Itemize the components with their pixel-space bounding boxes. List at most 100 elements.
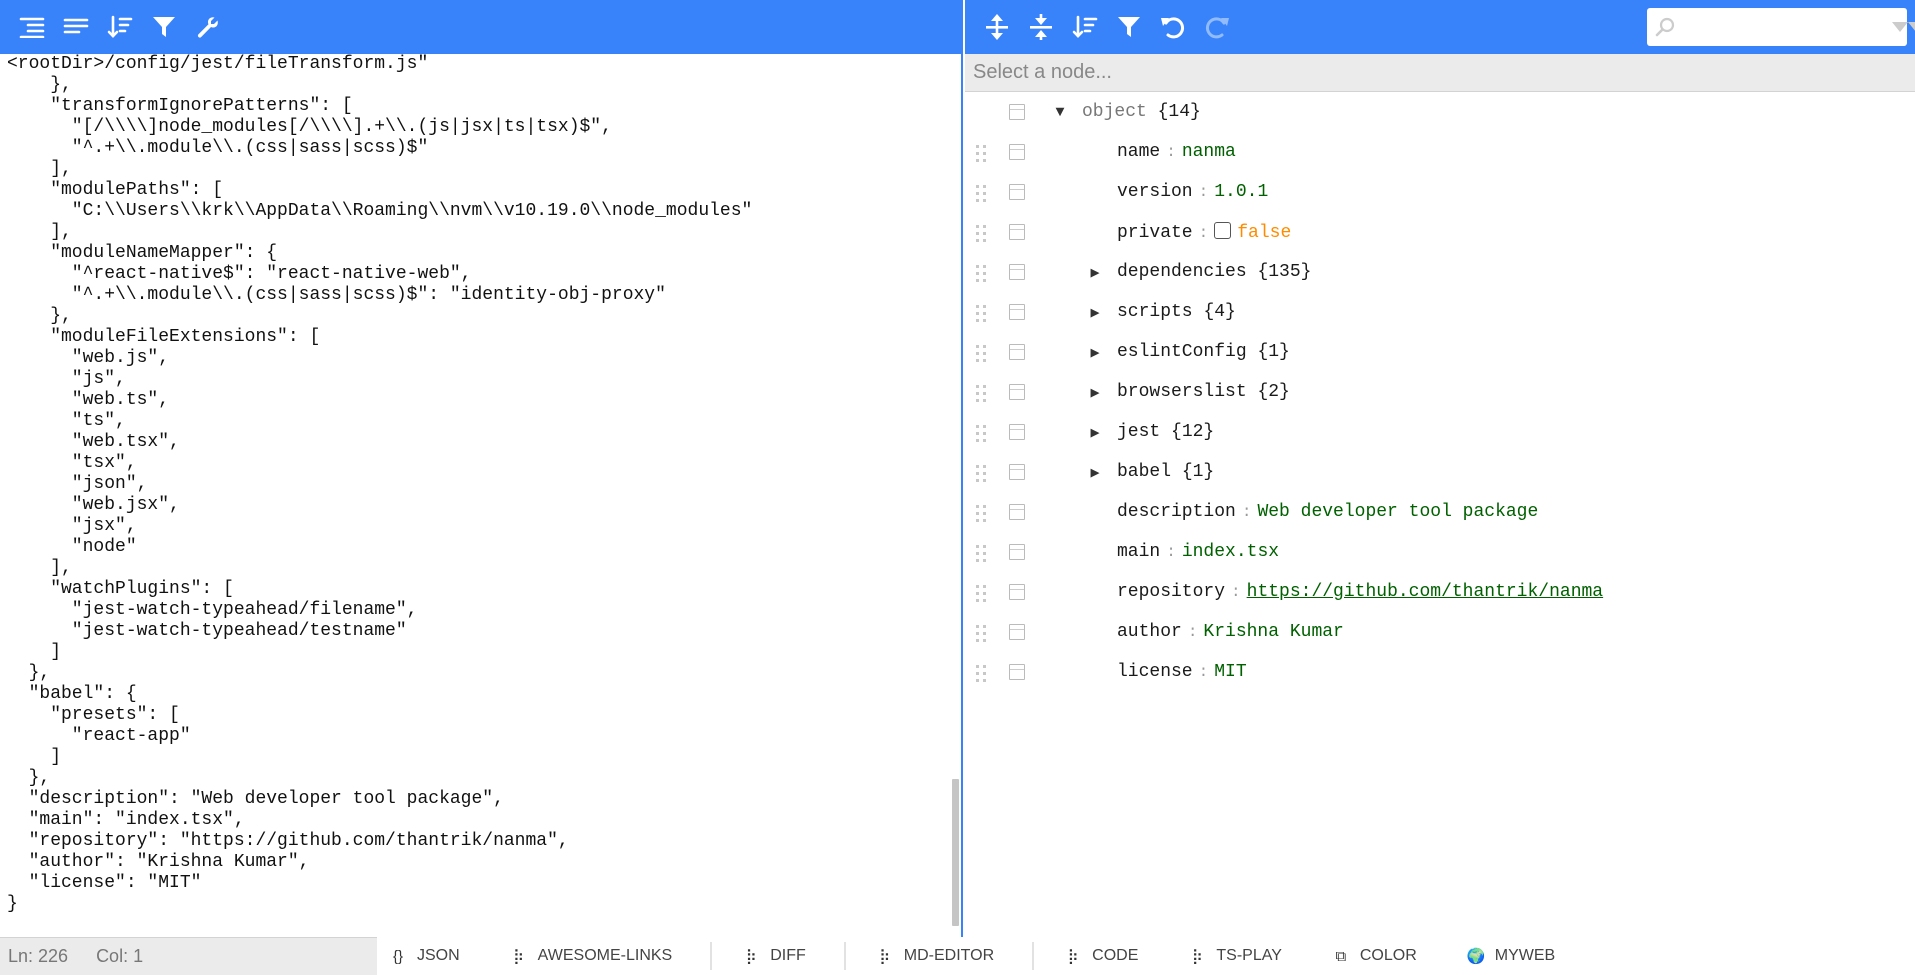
context-menu-icon[interactable] — [1009, 104, 1025, 120]
drag-handle-icon[interactable] — [975, 264, 987, 284]
search-next-icon[interactable] — [1892, 8, 1908, 46]
field-key[interactable]: eslintConfig — [1117, 342, 1247, 362]
tree-row-eslintconfig[interactable]: ▶ eslintConfig {1} — [965, 332, 1915, 372]
field-value[interactable]: false — [1237, 223, 1291, 243]
context-menu-icon[interactable] — [1009, 624, 1025, 640]
field-value[interactable]: 1.0.1 — [1214, 182, 1268, 202]
node-navigation-bar[interactable]: Select a node... — [965, 54, 1915, 92]
field-key[interactable]: main — [1117, 542, 1160, 562]
field-key[interactable]: private — [1117, 223, 1193, 243]
drag-handle-icon[interactable] — [975, 664, 987, 684]
field-key[interactable]: description — [1117, 502, 1236, 522]
tree-row-private[interactable]: private: false — [965, 212, 1915, 252]
context-menu-icon[interactable] — [1009, 664, 1025, 680]
repair-icon[interactable] — [186, 5, 230, 49]
context-menu-icon[interactable] — [1009, 264, 1025, 280]
drag-handle-icon[interactable] — [975, 464, 987, 484]
collapsed-arrow-icon[interactable]: ▶ — [1085, 302, 1105, 322]
collapse-all-icon[interactable] — [1019, 5, 1063, 49]
tab-ts-play[interactable]: ⡷ TS-PLAY — [1176, 937, 1292, 975]
compact-icon[interactable] — [54, 5, 98, 49]
field-key[interactable]: license — [1117, 662, 1193, 682]
tree-row-license[interactable]: license: MIT — [965, 652, 1915, 692]
context-menu-icon[interactable] — [1009, 504, 1025, 520]
sort-icon[interactable] — [1063, 5, 1107, 49]
field-key[interactable]: author — [1117, 622, 1182, 642]
field-key[interactable]: dependencies — [1117, 262, 1247, 282]
sort-icon[interactable] — [98, 5, 142, 49]
tab-diff[interactable]: ⡷ DIFF — [730, 937, 816, 975]
undo-icon[interactable] — [1151, 5, 1195, 49]
collapsed-arrow-icon[interactable]: ▶ — [1085, 262, 1105, 282]
code-scrollbar-thumb[interactable] — [952, 779, 959, 926]
field-key[interactable]: name — [1117, 142, 1160, 162]
drag-handle-icon[interactable] — [975, 384, 987, 404]
collapsed-arrow-icon[interactable]: ▶ — [1085, 462, 1105, 482]
context-menu-icon[interactable] — [1009, 304, 1025, 320]
field-key[interactable]: repository — [1117, 582, 1225, 602]
context-menu-icon[interactable] — [1009, 384, 1025, 400]
tree-row-babel[interactable]: ▶ babel {1} — [965, 452, 1915, 492]
drag-handle-icon[interactable] — [975, 344, 987, 364]
field-key[interactable]: browserslist — [1117, 382, 1247, 402]
tab-color[interactable]: ⧉ COLOR — [1320, 937, 1427, 975]
code-scrollbar[interactable] — [950, 54, 961, 929]
tree-root-row[interactable]: ▼ object {14} — [965, 92, 1915, 132]
code-editor[interactable]: <rootDir>/config/jest/fileTransform.js" … — [0, 54, 950, 929]
field-value[interactable]: Krishna Kumar — [1203, 622, 1343, 642]
filter-icon[interactable] — [142, 5, 186, 49]
drag-handle-icon[interactable] — [975, 224, 987, 244]
field-value[interactable]: https://github.com/thantrik/nanma — [1247, 582, 1603, 602]
expanded-arrow-icon[interactable]: ▼ — [1050, 102, 1070, 122]
expand-all-icon[interactable] — [975, 5, 1019, 49]
drag-handle-icon[interactable] — [975, 144, 987, 164]
tree-row-version[interactable]: version:1.0.1 — [965, 172, 1915, 212]
field-value[interactable]: nanma — [1182, 142, 1236, 162]
field-key[interactable]: scripts — [1117, 302, 1193, 322]
field-value[interactable]: index.tsx — [1182, 542, 1279, 562]
context-menu-icon[interactable] — [1009, 584, 1025, 600]
context-menu-icon[interactable] — [1009, 424, 1025, 440]
field-key[interactable]: babel — [1117, 462, 1171, 482]
collapsed-arrow-icon[interactable]: ▶ — [1085, 382, 1105, 402]
drag-handle-icon[interactable] — [975, 624, 987, 644]
field-value[interactable]: MIT — [1214, 662, 1246, 682]
tab-json[interactable]: {} JSON — [377, 937, 470, 975]
drag-handle-icon[interactable] — [975, 544, 987, 564]
tab-code[interactable]: ⡷ CODE — [1052, 937, 1148, 975]
drag-handle-icon[interactable] — [975, 424, 987, 444]
field-key[interactable]: jest — [1117, 422, 1160, 442]
drag-handle-icon[interactable] — [975, 504, 987, 524]
redo-icon[interactable] — [1195, 5, 1239, 49]
context-menu-icon[interactable] — [1009, 224, 1025, 240]
field-key[interactable]: version — [1117, 182, 1193, 202]
collapsed-arrow-icon[interactable]: ▶ — [1085, 342, 1105, 362]
tree-row-dependencies[interactable]: ▶ dependencies {135} — [965, 252, 1915, 292]
drag-handle-icon[interactable] — [975, 304, 987, 324]
tree-row-browserslist[interactable]: ▶ browserslist {2} — [965, 372, 1915, 412]
tab-md-editor[interactable]: ⡷ MD-EDITOR — [864, 937, 1004, 975]
search-input[interactable] — [1647, 8, 1892, 46]
filter-icon[interactable] — [1107, 5, 1151, 49]
tree-row-description[interactable]: description: Web developer tool package — [965, 492, 1915, 532]
tree-row-repository[interactable]: repository: https://github.com/thantrik/n… — [965, 572, 1915, 612]
tree-row-name[interactable]: name: nanma — [965, 132, 1915, 172]
context-menu-icon[interactable] — [1009, 544, 1025, 560]
field-value[interactable]: Web developer tool package — [1257, 502, 1538, 522]
tree-row-author[interactable]: author: Krishna Kumar — [965, 612, 1915, 652]
format-icon[interactable] — [10, 5, 54, 49]
tree-row-jest[interactable]: ▶ jest {12} — [965, 412, 1915, 452]
context-menu-icon[interactable] — [1009, 464, 1025, 480]
drag-handle-icon[interactable] — [975, 584, 987, 604]
context-menu-icon[interactable] — [1009, 184, 1025, 200]
tab-awesome-links[interactable]: ⡷ AWESOME-LINKS — [498, 937, 683, 975]
tree-row-scripts[interactable]: ▶ scripts {4} — [965, 292, 1915, 332]
tab-myweb[interactable]: 🌍 MYWEB — [1455, 937, 1565, 975]
collapsed-arrow-icon[interactable]: ▶ — [1085, 422, 1105, 442]
context-menu-icon[interactable] — [1009, 344, 1025, 360]
search-previous-icon[interactable] — [1908, 8, 1915, 46]
boolean-checkbox[interactable] — [1214, 221, 1232, 239]
drag-handle-icon[interactable] — [975, 184, 987, 204]
context-menu-icon[interactable] — [1009, 144, 1025, 160]
tree-row-main[interactable]: main: index.tsx — [965, 532, 1915, 572]
